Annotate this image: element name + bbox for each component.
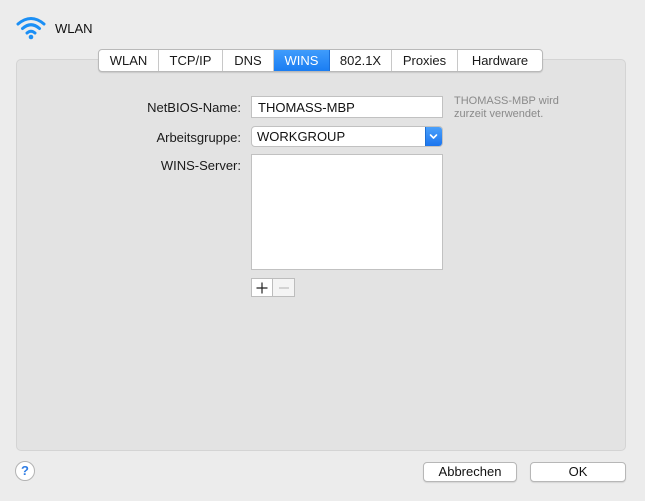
tab-tcp-ip[interactable]: TCP/IP	[159, 50, 223, 71]
add-server-button[interactable]	[251, 278, 273, 297]
minus-icon	[278, 286, 289, 289]
cancel-button[interactable]: Abbrechen	[423, 462, 517, 482]
tab-bar: WLAN TCP/IP DNS WINS 802.1X Proxies Hard…	[98, 49, 543, 72]
netbios-name-field[interactable]: THOMASS-MBP	[251, 96, 443, 118]
tab-proxies[interactable]: Proxies	[392, 50, 458, 71]
netbios-status-note: THOMASS-MBP wird zurzeit verwendet.	[454, 95, 559, 120]
wins-server-list[interactable]	[251, 154, 443, 270]
workgroup-value: WORKGROUP	[257, 129, 346, 144]
help-button[interactable]: ?	[15, 461, 35, 481]
window-header: WLAN	[16, 14, 93, 42]
wifi-icon	[16, 17, 46, 40]
plus-icon	[256, 282, 268, 293]
ok-button[interactable]: OK	[530, 462, 626, 482]
combobox-dropdown-button[interactable]	[425, 127, 442, 146]
wins-server-label: WINS-Server:	[160, 158, 241, 173]
workgroup-label: Arbeitsgruppe:	[156, 130, 241, 145]
window-title: WLAN	[55, 20, 93, 36]
list-edit-buttons	[251, 278, 295, 297]
remove-server-button[interactable]	[273, 278, 295, 297]
tab-hardware[interactable]: Hardware	[458, 50, 542, 71]
tab-dns[interactable]: DNS	[223, 50, 274, 71]
chevron-down-icon	[429, 134, 438, 139]
tab-8021x[interactable]: 802.1X	[330, 50, 392, 71]
workgroup-combobox[interactable]: WORKGROUP	[251, 126, 443, 147]
netbios-name-label: NetBIOS-Name:	[147, 100, 241, 115]
tab-wins[interactable]: WINS	[274, 50, 330, 71]
tab-wlan[interactable]: WLAN	[99, 50, 159, 71]
